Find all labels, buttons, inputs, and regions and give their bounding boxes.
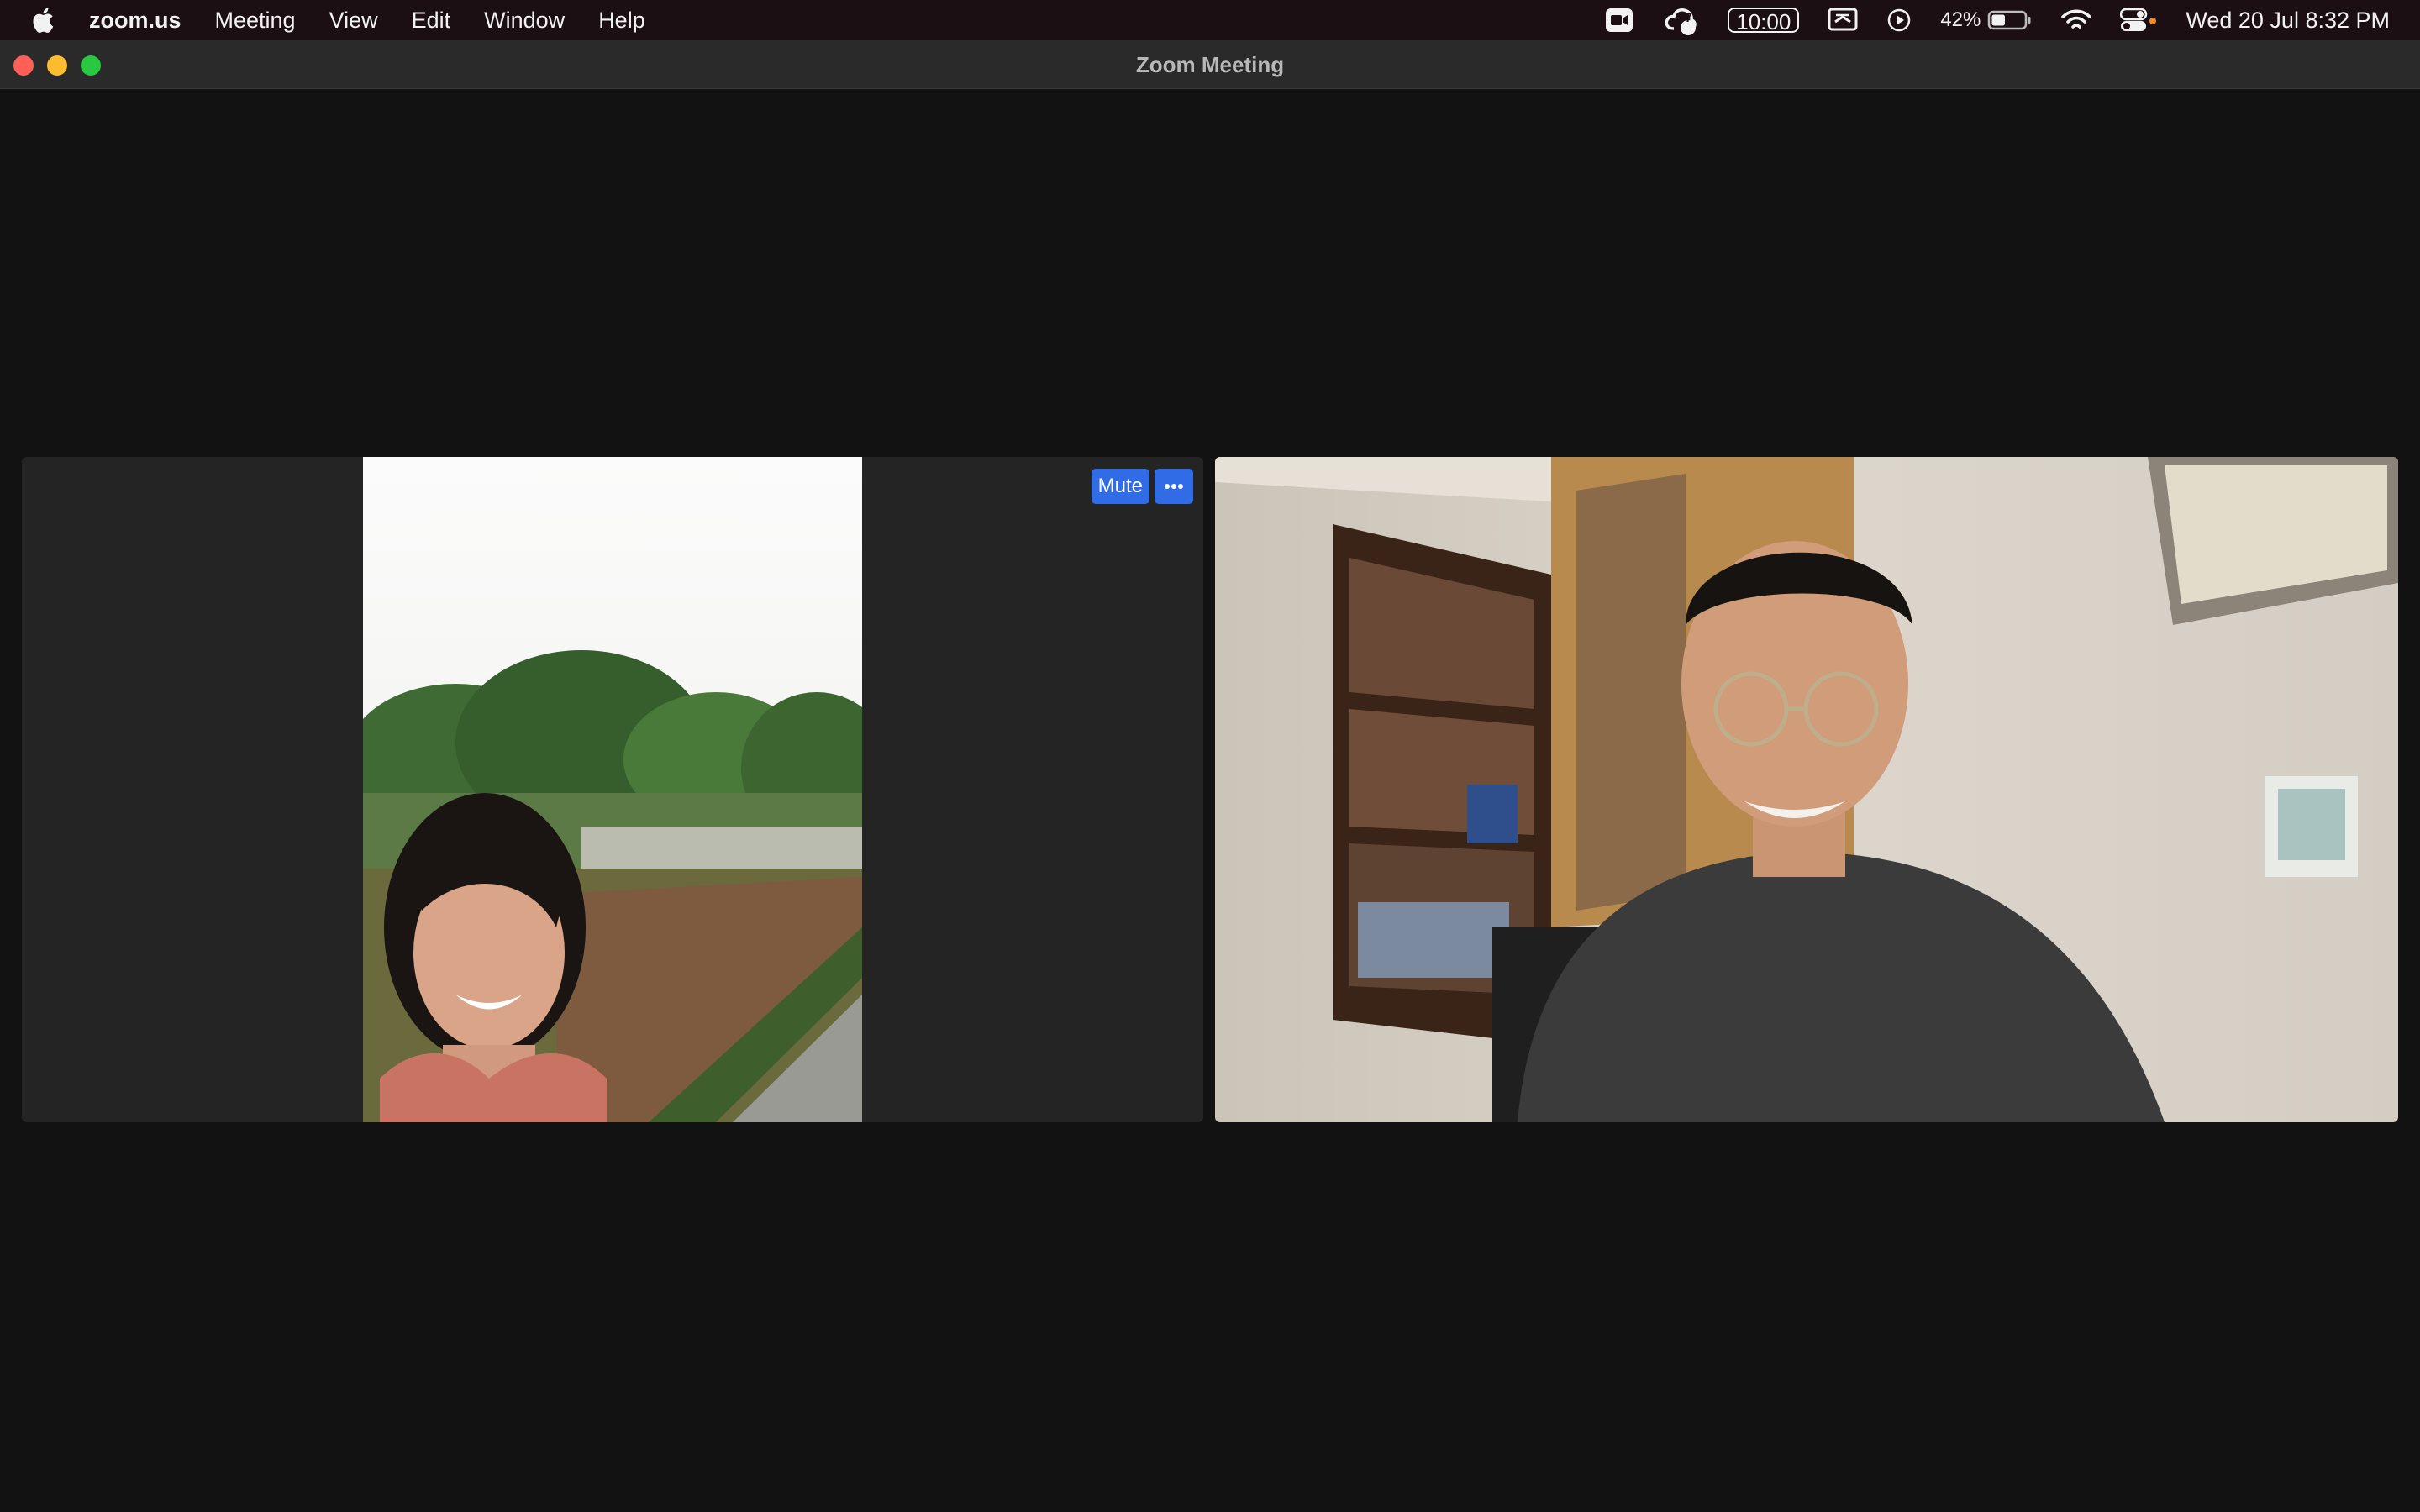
creative-cloud-badge: 7 (1685, 11, 1692, 25)
apple-logo-icon[interactable] (30, 5, 59, 35)
participant-video-left (363, 457, 862, 1122)
menu-help[interactable]: Help (581, 0, 662, 40)
participant-tile-right[interactable] (1215, 457, 2398, 1122)
creative-cloud-icon[interactable]: 7 (1662, 0, 1699, 40)
control-center-icon[interactable] (2120, 0, 2157, 40)
screen-mirroring-icon[interactable] (1828, 0, 1858, 40)
window-title: Zoom Meeting (1135, 52, 1285, 77)
participant-tile-left[interactable]: Mute (22, 457, 1203, 1122)
wifi-icon[interactable] (2061, 0, 2092, 40)
participant-video-right (1215, 457, 2398, 1122)
timer-display[interactable]: 10:00 (1728, 8, 1800, 34)
tile-controls: Mute (1091, 469, 1193, 504)
more-options-button[interactable] (1155, 469, 1193, 504)
menu-bar: zoom.us Meeting View Edit Window Help 7 … (0, 0, 2420, 40)
battery-icon[interactable] (1987, 9, 2033, 31)
menu-meeting[interactable]: Meeting (198, 0, 313, 40)
zoom-video-icon[interactable] (1605, 0, 1634, 40)
menu-view[interactable]: View (313, 0, 395, 40)
play-circle-icon[interactable] (1886, 0, 1912, 40)
menubar-clock[interactable]: Wed 20 Jul 8:32 PM (2186, 0, 2390, 40)
menu-edit[interactable]: Edit (395, 0, 468, 40)
status-area: 7 10:00 42% Wed 20 Jul 8:32 PM (1576, 0, 2390, 40)
menu-app-name[interactable]: zoom.us (87, 0, 198, 40)
battery-percent: 42% (1940, 8, 1981, 31)
menu-window[interactable]: Window (467, 0, 581, 40)
mute-participant-button[interactable]: Mute (1091, 469, 1150, 504)
zoom-meeting-window: Zoom Meeting Mute (0, 40, 2420, 1512)
window-titlebar[interactable]: Zoom Meeting (0, 40, 2420, 89)
ellipsis-icon (1165, 484, 1183, 489)
